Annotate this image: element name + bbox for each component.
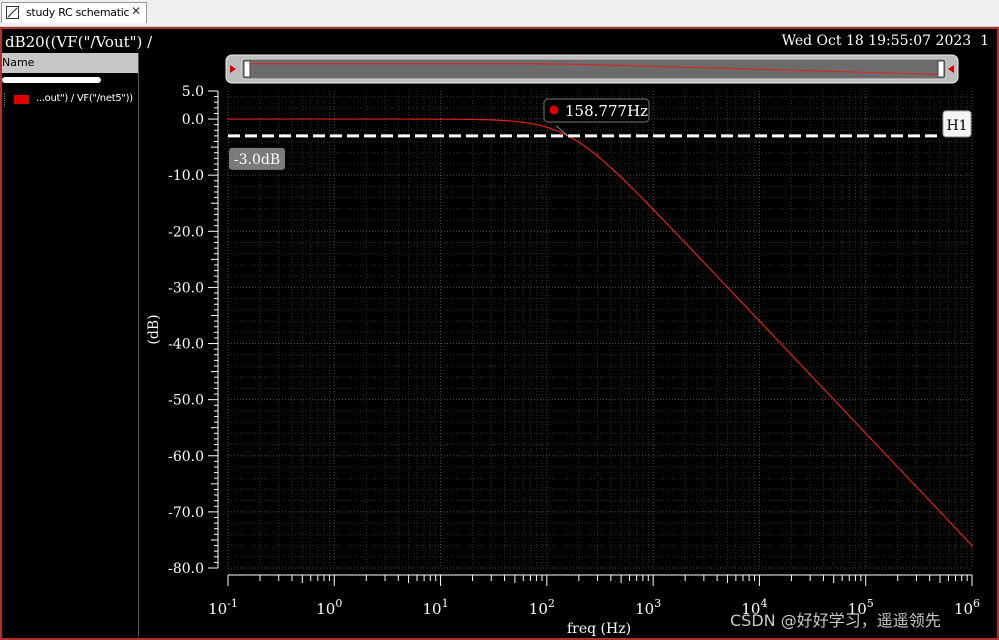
tab-study-rc-schematic[interactable]: study RC schematic ✕: [1, 2, 147, 23]
waveform-plot[interactable]: 5.0 0.0 -10.0 -20.0 -30.0 -40.0 -50.0 -60.0 -70.…: [140, 53, 997, 637]
trace-list-header[interactable]: Name: [2, 53, 138, 73]
y-tick-label: -70.0: [168, 505, 204, 521]
y-tick-label: 0.0: [182, 112, 204, 128]
subwindow-number: 1: [980, 33, 989, 49]
series-point: [596, 153, 599, 156]
series-point: [439, 118, 442, 120]
series-point: [864, 432, 867, 435]
plot-expression: dB20((VF("/Vout") /: [5, 33, 153, 51]
tab-bar: study RC schematic ✕: [0, 0, 999, 27]
trace-list-divider: [2, 77, 101, 83]
y-axis-label: (dB): [146, 314, 162, 344]
trace-color-swatch: [14, 95, 29, 104]
tab-label: study RC schematic: [26, 6, 130, 19]
trace-list-panel: Name ...out") / VF("/net5")): [2, 53, 139, 637]
scrollbar-left-handle[interactable]: [243, 60, 251, 78]
y-tick-label: -50.0: [168, 393, 204, 409]
watermark: CSDN @好好学习，遥遥领先: [730, 611, 941, 630]
schematic-icon: [6, 6, 19, 19]
series-point: [971, 544, 973, 547]
y-tick-label: -20.0: [168, 224, 204, 240]
horizontal-marker-tag[interactable]: H1: [942, 110, 972, 138]
series-point: [758, 320, 761, 322]
plot-timestamp: Wed Oct 18 19:55:07 2023 1: [781, 33, 989, 49]
series-point: [333, 118, 336, 120]
scrollbar-right-handle[interactable]: [937, 60, 945, 78]
marker-dot-icon: [549, 105, 559, 115]
trace-item[interactable]: ...out") / VF("/net5")): [4, 93, 138, 109]
scrollbar-thumb[interactable]: [241, 58, 947, 80]
point-marker-label: 158.777Hz: [565, 102, 648, 120]
close-icon[interactable]: ✕: [131, 4, 141, 18]
horizontal-marker-value-tag[interactable]: -3.0dB: [229, 147, 285, 170]
x-scrollbar[interactable]: [225, 54, 959, 84]
y-tick-label: -40.0: [168, 337, 204, 353]
trace-label: ...out") / VF("/net5")): [36, 93, 133, 104]
y-tick-label: -10.0: [168, 168, 204, 184]
y-tick-label: 5.0: [182, 84, 204, 100]
series-point: [652, 209, 654, 212]
horizontal-marker-value: -3.0dB: [234, 152, 280, 168]
horizontal-marker-name: H1: [946, 118, 967, 134]
tree-line: [4, 93, 9, 107]
x-axis-label: freq (Hz): [567, 621, 631, 637]
series-point: [546, 126, 548, 129]
y-tick-label: -60.0: [168, 449, 204, 465]
expression-bar: dB20((VF("/Vout") / Wed Oct 18 19:55:07 …: [2, 29, 997, 53]
series-point: [227, 118, 229, 120]
y-tick-label: -30.0: [168, 280, 204, 296]
series-point: [490, 119, 493, 121]
y-tick-label: -80.0: [168, 561, 204, 577]
